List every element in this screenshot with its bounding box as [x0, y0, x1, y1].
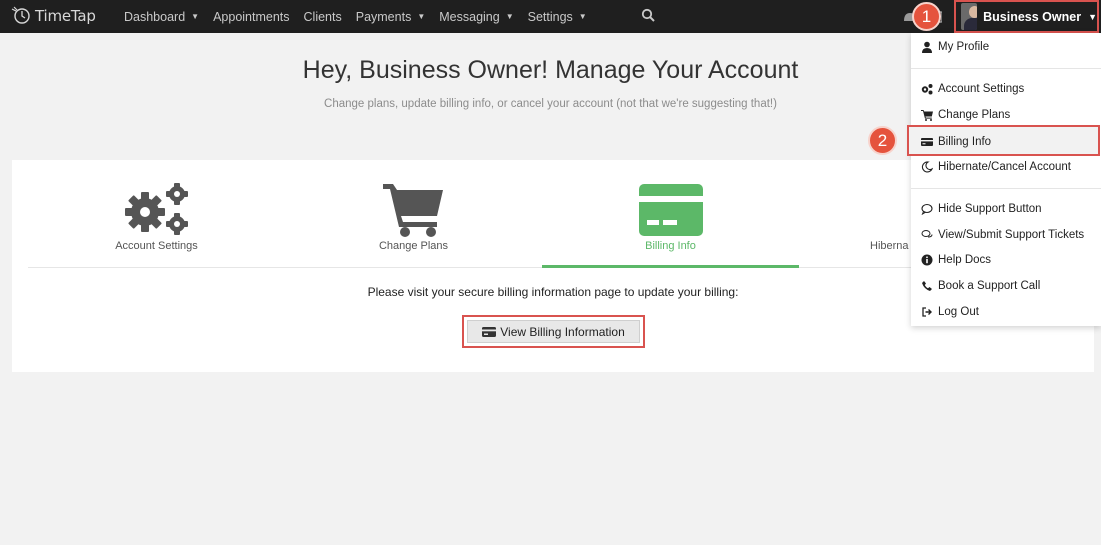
- nav-clients-label: Clients: [303, 9, 342, 24]
- user-icon: [922, 41, 932, 53]
- nav-clients[interactable]: Clients: [304, 10, 342, 24]
- tab-hibernate-label: Hiberna: [870, 240, 909, 252]
- credit-card-icon: [482, 326, 497, 337]
- menu-item-label: Change Plans: [938, 109, 1011, 121]
- chevron-down-icon: ▼: [505, 12, 514, 21]
- step-marker-1: 1: [912, 2, 941, 31]
- main-nav: Dashboard ▼ Appointments Clients Payment…: [124, 0, 601, 33]
- avatar: [961, 3, 978, 30]
- comment-icon: [921, 203, 933, 215]
- menu-divider: [911, 188, 1101, 189]
- nav-messaging-label: Messaging: [439, 9, 500, 24]
- info-icon: [921, 254, 933, 266]
- menu-item-label: Account Settings: [938, 83, 1025, 95]
- cart-icon: [921, 110, 933, 121]
- menu-item-help-docs[interactable]: Help Docs: [911, 250, 1101, 270]
- menu-item-label: Book a Support Call: [938, 280, 1041, 292]
- logo-clock-icon: [11, 6, 30, 24]
- menu-item-change-plans[interactable]: Change Plans: [911, 105, 1101, 125]
- menu-item-support-tickets[interactable]: View/Submit Support Tickets: [911, 225, 1101, 245]
- user-menu-toggle[interactable]: Business Owner ▼: [954, 0, 1099, 33]
- view-billing-button-label: View Billing Information: [500, 324, 625, 339]
- menu-item-hide-support[interactable]: Hide Support Button: [911, 199, 1101, 219]
- tab-billing-info-label: Billing Info: [645, 240, 696, 252]
- menu-item-label: Log Out: [938, 306, 979, 318]
- phone-icon: [922, 281, 932, 291]
- menu-item-label: Billing Info: [938, 136, 992, 148]
- nav-payments-label: Payments: [355, 9, 412, 24]
- step-marker-2: 2: [868, 126, 897, 155]
- menu-item-label: Help Docs: [938, 254, 992, 266]
- menu-item-book-support-call[interactable]: Book a Support Call: [911, 276, 1101, 296]
- menu-item-label: Hibernate/Cancel Account: [938, 161, 1071, 173]
- nav-settings[interactable]: Settings ▼: [528, 10, 587, 24]
- gears-icon: [921, 84, 933, 95]
- nav-messaging[interactable]: Messaging ▼: [439, 10, 513, 24]
- sign-out-icon: [922, 307, 932, 317]
- credit-card-icon: [921, 138, 933, 146]
- tab-account-settings-label: Account Settings: [115, 240, 198, 252]
- nav-payments[interactable]: Payments ▼: [356, 10, 426, 24]
- view-billing-button[interactable]: View Billing Information: [467, 320, 640, 343]
- comments-icon: [921, 230, 933, 238]
- tab-change-plans[interactable]: Change Plans: [285, 160, 542, 268]
- nav-appointments[interactable]: Appointments: [213, 10, 289, 24]
- nav-appointments-label: Appointments: [213, 9, 290, 24]
- menu-item-billing-info-highlight: Billing Info: [907, 125, 1100, 156]
- menu-item-my-profile[interactable]: My Profile: [911, 37, 1101, 57]
- tab-hibernate[interactable]: Hiberna: [799, 160, 909, 268]
- timetap-logo[interactable]: TimeTap: [10, 2, 96, 30]
- moon-icon: [921, 161, 933, 173]
- chevron-down-icon: ▼: [1088, 11, 1097, 22]
- view-billing-button-highlight: View Billing Information: [462, 315, 645, 348]
- menu-item-label: My Profile: [938, 41, 990, 53]
- tab-billing-info[interactable]: Billing Info: [542, 160, 799, 268]
- menu-item-label: Hide Support Button: [938, 203, 1042, 215]
- user-name: Business Owner: [983, 9, 1082, 24]
- menu-item-billing-info[interactable]: Billing Info: [911, 132, 1097, 152]
- chevron-down-icon: ▼: [191, 12, 200, 21]
- menu-item-hibernate[interactable]: Hibernate/Cancel Account: [911, 157, 1101, 177]
- active-tab-indicator: [542, 265, 799, 268]
- chevron-down-icon: ▼: [578, 12, 587, 21]
- menu-item-label: View/Submit Support Tickets: [938, 229, 1085, 241]
- gears-icon: [125, 183, 188, 235]
- chevron-down-icon: ▼: [417, 12, 426, 21]
- nav-dashboard[interactable]: Dashboard ▼: [124, 10, 199, 24]
- menu-item-account-settings[interactable]: Account Settings: [911, 79, 1101, 99]
- nav-dashboard-label: Dashboard: [124, 9, 186, 24]
- tab-change-plans-label: Change Plans: [378, 240, 449, 252]
- cart-icon: [383, 184, 443, 237]
- user-dropdown-menu: My Profile Account Settings Change Plans…: [911, 33, 1101, 326]
- menu-item-log-out[interactable]: Log Out: [911, 302, 1101, 322]
- logo-text: TimeTap: [35, 7, 96, 25]
- nav-settings-label: Settings: [527, 9, 573, 24]
- tab-account-settings[interactable]: Account Settings: [28, 160, 285, 268]
- credit-card-icon: [639, 184, 703, 236]
- menu-divider: [911, 68, 1101, 69]
- search-icon[interactable]: [641, 8, 656, 23]
